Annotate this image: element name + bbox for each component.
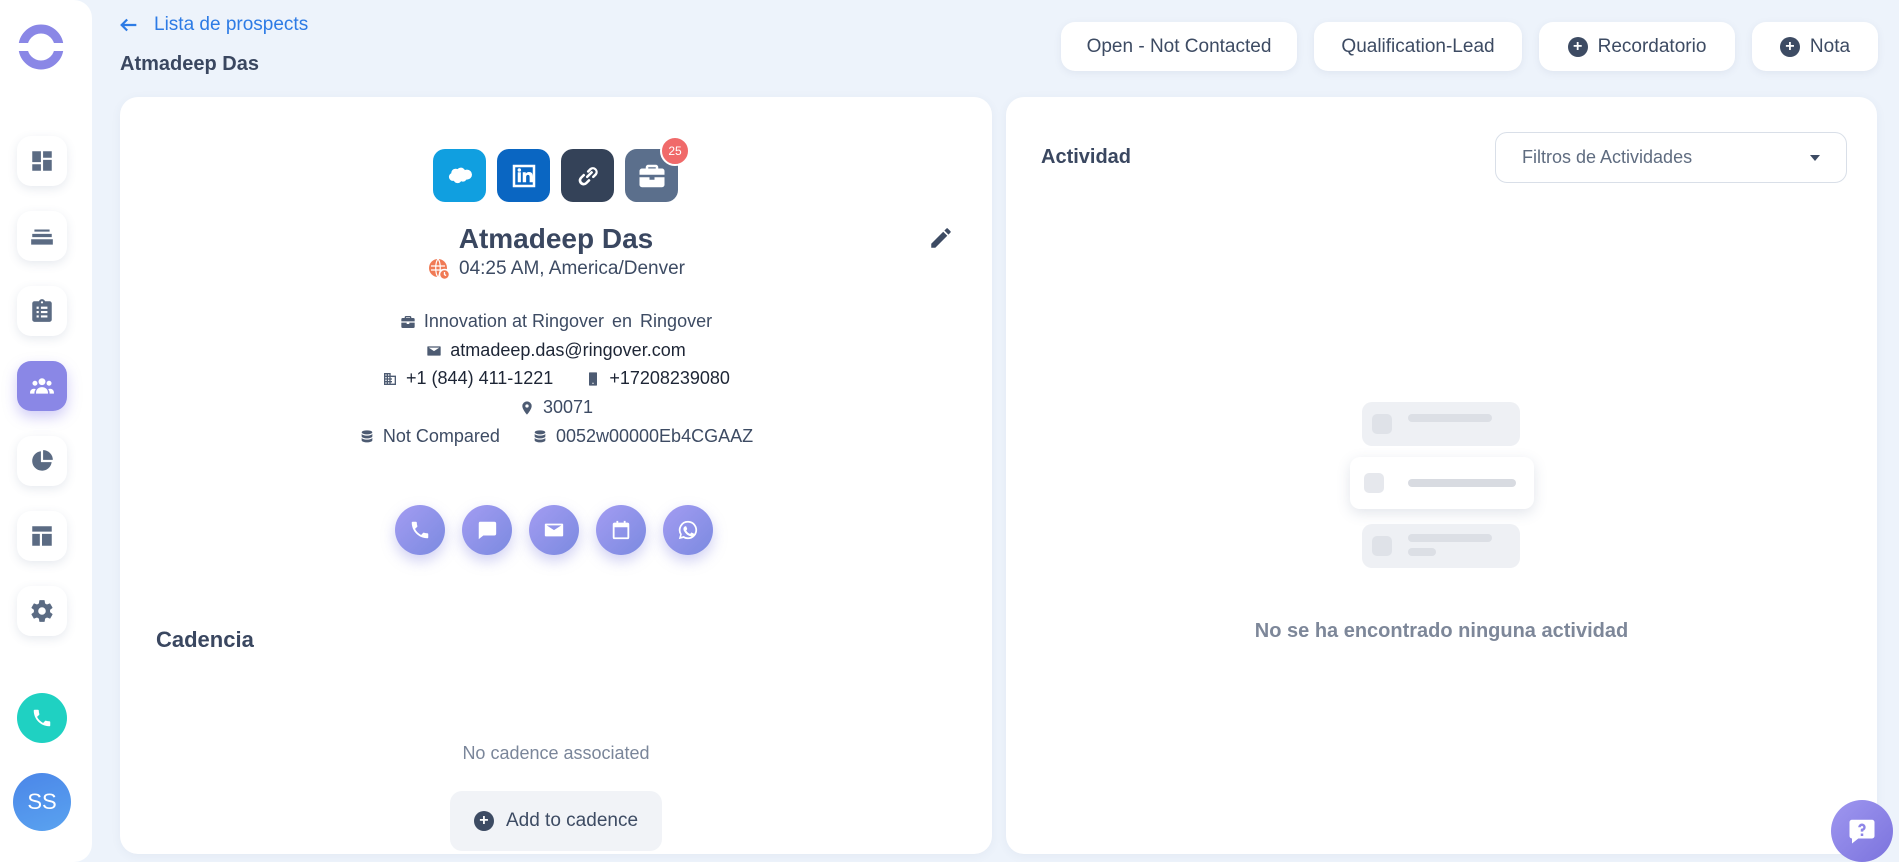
help-chat-icon <box>1849 819 1875 844</box>
dialer-button[interactable] <box>17 693 67 743</box>
app-logo[interactable] <box>18 24 64 70</box>
office-phone[interactable]: +1 (844) 411-1221 <box>406 368 553 389</box>
crm-line: Not Compared 0052w00000Eb4CGAAZ <box>120 426 992 447</box>
prospect-detail-panel: 25 Atmadeep Das 04:25 AM, America/Denver… <box>120 97 992 854</box>
sms-button[interactable] <box>462 505 512 555</box>
caret-down-icon <box>1810 154 1820 161</box>
cadence-section-title: Cadencia <box>156 627 254 652</box>
status-button[interactable]: Open - Not Contacted <box>1061 22 1297 71</box>
briefcase-icon <box>639 164 664 187</box>
meeting-button[interactable] <box>596 505 646 555</box>
position-text: Innovation at Ringover <box>423 311 605 331</box>
mobile-phone-icon <box>589 371 598 386</box>
page-title: Atmadeep Das <box>120 53 259 75</box>
company-connector: en <box>612 311 633 331</box>
plus-circle-icon: + <box>1779 36 1800 57</box>
email-link[interactable]: atmadeep.das@ringover.com <box>450 340 685 361</box>
sidebar-item-dashboard[interactable] <box>17 136 67 186</box>
location-line: 30071 <box>120 397 992 418</box>
crm-id: 0052w00000Eb4CGAAZ <box>555 426 754 446</box>
calendar-icon <box>612 520 630 540</box>
sidebar-item-templates[interactable] <box>17 511 67 561</box>
quick-actions <box>395 505 713 555</box>
sidebar-item-tasks[interactable] <box>17 286 67 336</box>
back-to-prospects-link[interactable]: Lista de prospects <box>118 14 308 36</box>
users-icon <box>30 378 54 394</box>
website-link[interactable] <box>561 149 614 202</box>
sidebar: SS <box>0 0 92 862</box>
plus-circle-icon: + <box>473 811 494 831</box>
sidebar-item-prospects[interactable] <box>17 361 67 411</box>
mobile-phone[interactable]: +17208239080 <box>609 368 730 389</box>
pie-chart-icon <box>32 450 53 471</box>
reminder-label: Recordatorio <box>1597 35 1707 57</box>
dashboard-icon <box>32 151 52 171</box>
local-time: 04:25 AM, America/Denver <box>120 257 992 281</box>
cloud-icon <box>448 167 472 183</box>
pencil-icon <box>931 228 951 248</box>
no-activity-text: No se ha encontrado ninguna actividad <box>1254 620 1629 642</box>
local-time-text: 04:25 AM, America/Denver <box>459 258 685 279</box>
note-label: Nota <box>1809 35 1851 57</box>
activity-filter-dropdown[interactable]: Filtros de Actividades <box>1495 132 1847 183</box>
activity-section-title: Actividad <box>1041 146 1132 168</box>
call-button[interactable] <box>395 505 445 555</box>
building-icon <box>384 372 397 385</box>
company-name[interactable]: Ringover <box>640 311 712 332</box>
opportunities-link[interactable]: 25 <box>625 136 690 202</box>
whatsapp-icon <box>678 520 698 540</box>
mail-icon <box>427 345 441 356</box>
phone-line: +1 (844) 411-1221 +17208239080 <box>120 368 992 389</box>
layout-icon <box>32 526 52 546</box>
linkedin-link[interactable] <box>497 149 550 202</box>
stage-button[interactable]: Qualification-Lead <box>1314 22 1522 71</box>
add-reminder-button[interactable]: + Recordatorio <box>1539 22 1735 71</box>
add-to-cadence-label: Add to cadence <box>505 810 639 831</box>
phone-icon <box>411 521 429 539</box>
opportunities-count-badge: 25 <box>660 136 690 166</box>
whatsapp-button[interactable] <box>663 505 713 555</box>
gear-icon <box>31 600 53 622</box>
link-icon <box>578 166 598 185</box>
mail-icon <box>544 523 564 537</box>
phone-icon <box>33 709 51 727</box>
activity-panel: Actividad Filtros de Actividades No se h… <box>1006 97 1877 854</box>
database-icon <box>534 429 546 442</box>
zip-code: 30071 <box>542 397 594 417</box>
edit-prospect-button[interactable] <box>928 225 954 251</box>
prospect-name: Atmadeep Das <box>458 223 654 254</box>
crm-status: Not Compared <box>382 426 500 446</box>
arrow-left-icon <box>120 18 137 32</box>
status-label: Open - Not Contacted <box>1086 35 1272 57</box>
sidebar-item-settings[interactable] <box>17 586 67 636</box>
no-cadence-text: No cadence associated <box>462 743 650 763</box>
avatar-initials: SS <box>27 789 57 814</box>
stage-label: Qualification-Lead <box>1341 35 1495 57</box>
plus-circle-icon: + <box>1567 36 1588 57</box>
layers-icon <box>31 229 53 245</box>
help-chat-button[interactable] <box>1831 800 1893 862</box>
back-link-label: Lista de prospects <box>154 14 309 35</box>
sidebar-item-reports[interactable] <box>17 436 67 486</box>
empty-state-illustration <box>1350 402 1540 574</box>
email-button[interactable] <box>529 505 579 555</box>
globe-clock-icon <box>429 258 451 281</box>
user-avatar[interactable]: SS <box>13 773 71 831</box>
map-pin-icon <box>522 400 532 415</box>
database-icon <box>361 429 373 442</box>
social-links: 25 <box>433 136 690 202</box>
activity-filter-label: Filtros de Actividades <box>1522 147 1693 167</box>
position-line: Innovation at Ringover en Ringover <box>120 311 992 332</box>
clipboard-icon <box>32 299 52 322</box>
sidebar-item-cadences[interactable] <box>17 211 67 261</box>
linkedin-icon <box>512 164 535 187</box>
add-to-cadence-button[interactable]: + Add to cadence <box>450 791 662 851</box>
add-note-button[interactable]: + Nota <box>1752 22 1878 71</box>
email-line: atmadeep.das@ringover.com <box>120 340 992 361</box>
briefcase-icon <box>401 315 415 328</box>
salesforce-link[interactable] <box>433 149 486 202</box>
chat-icon <box>478 521 497 540</box>
